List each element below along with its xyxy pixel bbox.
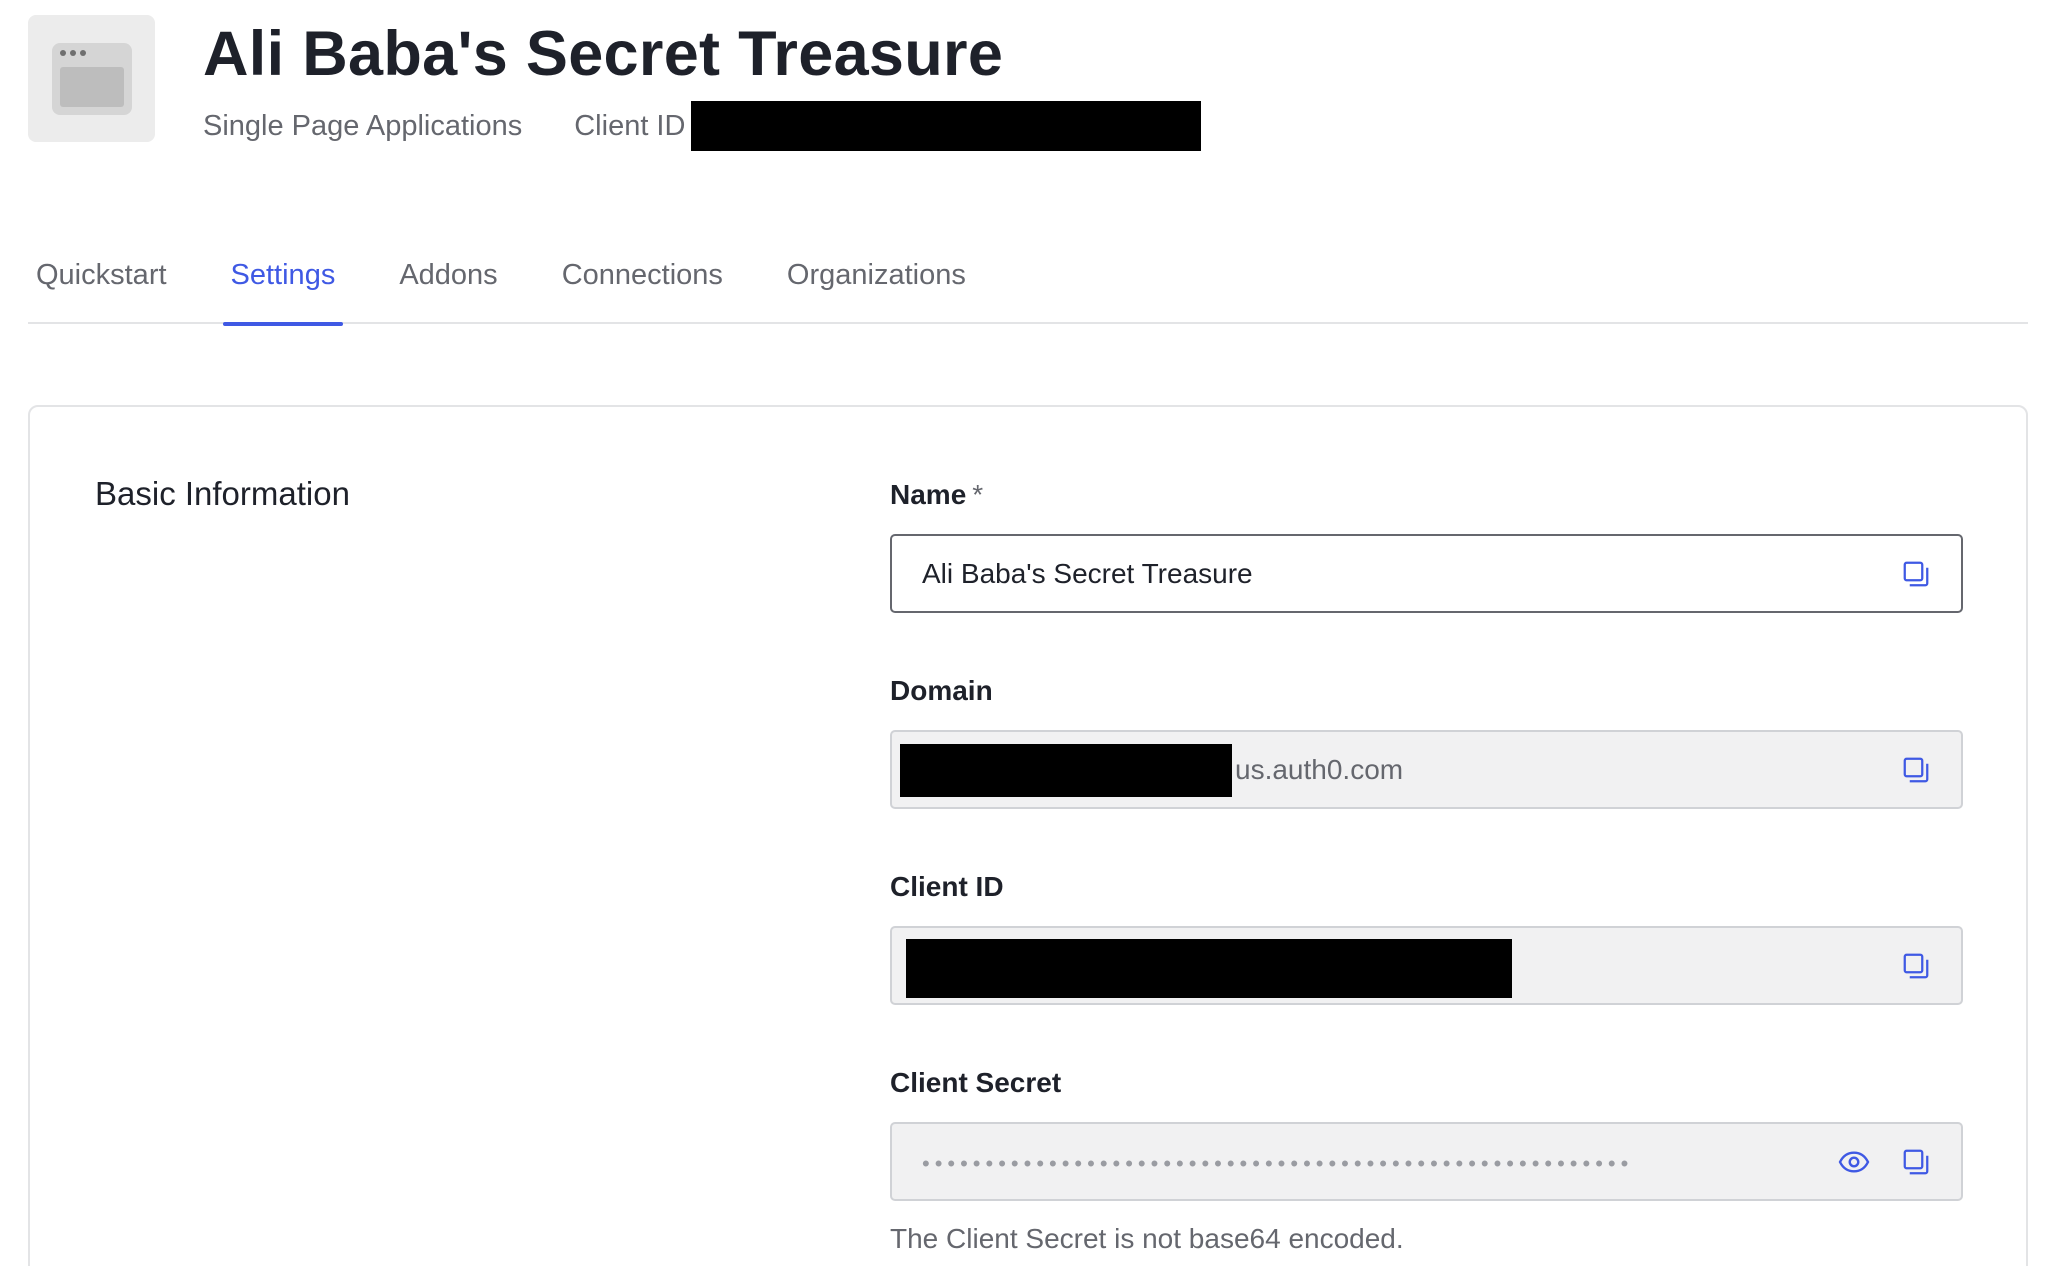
- section-title: Basic Information: [95, 475, 350, 512]
- client-secret-helper: The Client Secret is not base64 encoded.: [890, 1223, 1404, 1254]
- copy-icon[interactable]: [1899, 753, 1933, 787]
- copy-icon[interactable]: [1899, 557, 1933, 591]
- tab-connections[interactable]: Connections: [554, 250, 731, 324]
- tab-addons[interactable]: Addons: [391, 250, 505, 324]
- redacted-client-id-value: [906, 939, 1512, 998]
- tab-quickstart[interactable]: Quickstart: [28, 250, 175, 324]
- eye-icon[interactable]: [1837, 1145, 1871, 1179]
- name-label: Name *: [890, 477, 1963, 513]
- client-secret-field: Client Secret ••••••••••••••••••••••••••…: [890, 1065, 1963, 1255]
- app-meta: Single Page Applications Client ID: [203, 100, 1202, 152]
- page-title: Ali Baba's Secret Treasure: [203, 19, 1004, 89]
- tab-settings[interactable]: Settings: [222, 250, 344, 326]
- domain-suffix: us.auth0.com: [1235, 754, 1404, 785]
- name-value: Ali Baba's Secret Treasure: [922, 557, 1253, 589]
- client-id-field: Client ID: [890, 869, 1963, 1005]
- basic-information-card: Basic Information Name * Ali Baba's Secre…: [28, 405, 2028, 1266]
- redacted-client-id: [691, 101, 1202, 151]
- copy-icon[interactable]: [1899, 1145, 1933, 1179]
- client-secret-input[interactable]: ••••••••••••••••••••••••••••••••••••••••…: [890, 1122, 1963, 1201]
- application-settings-page: Ali Baba's Secret Treasure Single Page A…: [0, 0, 2046, 1266]
- redacted-domain-prefix: [900, 744, 1232, 797]
- tab-organizations[interactable]: Organizations: [779, 250, 974, 324]
- client-id-input[interactable]: [890, 926, 1963, 1005]
- name-label-text: Name: [890, 479, 967, 510]
- required-mark: *: [972, 479, 984, 510]
- copy-icon[interactable]: [1899, 949, 1933, 983]
- fields: Name* Ali Baba's Secret Treasure Domain: [890, 477, 1963, 1266]
- domain-field: Domain us.auth0.com: [890, 673, 1963, 809]
- tab-bar: Quickstart Settings Addons Connections O…: [28, 250, 2028, 326]
- client-secret-label: Client Secret: [890, 1067, 1062, 1098]
- name-field: Name * Ali Baba's Secret Treasure: [890, 477, 1963, 613]
- masked-secret: ••••••••••••••••••••••••••••••••••••••••…: [922, 1150, 1634, 1176]
- app-type: Single Page Applications: [203, 109, 523, 142]
- name-input[interactable]: Ali Baba's Secret Treasure: [890, 534, 1963, 613]
- browser-window-icon: [28, 15, 155, 142]
- client-id-label: Client ID: [574, 109, 686, 142]
- domain-input[interactable]: us.auth0.com: [890, 730, 1963, 809]
- domain-label: Domain: [890, 675, 993, 706]
- client-id-field-label: Client ID: [890, 871, 1004, 902]
